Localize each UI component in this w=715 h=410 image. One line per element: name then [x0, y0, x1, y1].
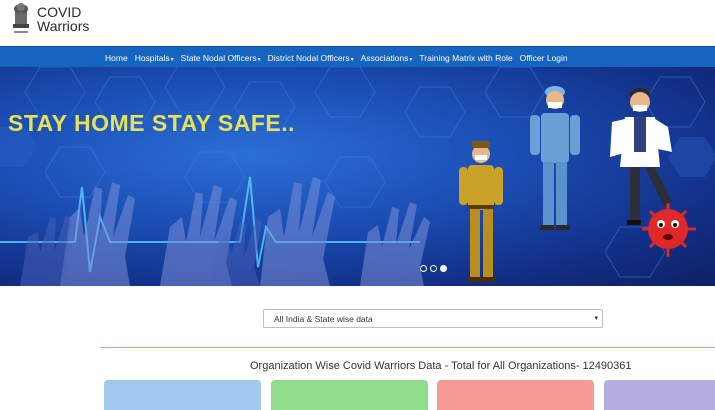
nav-item-label: Home [105, 52, 128, 63]
carousel-dot-1[interactable] [420, 265, 427, 272]
nav-item-label: State Nodal Officers [180, 52, 257, 63]
org-card-4[interactable] [604, 380, 715, 410]
police-figure [459, 141, 503, 282]
org-card-2[interactable] [271, 380, 428, 410]
carousel-indicators [420, 265, 450, 272]
doctor-figure [610, 88, 672, 225]
brand-line-2: Warriors [37, 18, 90, 34]
nav-item-officer-login[interactable]: Officer Login [520, 53, 568, 63]
virus-figure [642, 203, 696, 257]
nav-item-label: Associations [360, 52, 409, 63]
nav-item-associations[interactable]: Associations▾ [361, 53, 413, 63]
main-nav: Home Hospitals▾ State Nodal Officers▾ Distr… [0, 46, 715, 68]
caret-down-icon: ▾ [170, 56, 174, 63]
nav-item-label: Officer Login [519, 52, 568, 63]
section-divider [100, 347, 715, 348]
nav-item-label: Training Matrix with Role [419, 52, 513, 63]
hero-banner: STAY HOME STAY SAFE.. [0, 67, 715, 286]
national-emblem-icon[interactable] [9, 2, 33, 38]
select-value: All India & State wise data [274, 314, 373, 324]
carousel-dot-2[interactable] [430, 265, 437, 272]
nav-item-home[interactable]: Home [105, 53, 128, 63]
site-header: COVID Warriors [0, 0, 715, 46]
nav-item-label: District Nodal Officers [267, 52, 350, 63]
carousel-dot-3[interactable] [440, 265, 447, 272]
caret-down-icon: ▾ [257, 56, 261, 63]
nav-item-district-nodal-officers[interactable]: District Nodal Officers▾ [268, 53, 354, 63]
nav-item-training-matrix-with-role[interactable]: Training Matrix with Role [419, 53, 512, 63]
org-section-title: Organization Wise Covid Warriors Data - … [250, 360, 632, 372]
caret-down-icon: ▾ [350, 56, 354, 63]
brand-line-1: COVID [37, 4, 82, 20]
nav-items: Home Hospitals▾ State Nodal Officers▾ Distr… [105, 47, 575, 68]
site-brand[interactable]: COVID Warriors [37, 5, 89, 33]
chevron-down-icon: ▾ [594, 315, 598, 322]
nav-item-state-nodal-officers[interactable]: State Nodal Officers▾ [181, 53, 261, 63]
org-card-3[interactable] [437, 380, 594, 410]
nav-item-label: Hospitals [134, 52, 170, 63]
data-scope-select[interactable]: All India & State wise data ▾ [263, 309, 603, 328]
nav-item-hospitals[interactable]: Hospitals▾ [135, 53, 174, 63]
org-card-1[interactable] [104, 380, 261, 410]
caret-down-icon: ▾ [409, 56, 413, 63]
nurse-figure [530, 86, 580, 230]
banner-artwork [0, 67, 715, 286]
banner-headline: STAY HOME STAY SAFE.. [8, 110, 296, 136]
